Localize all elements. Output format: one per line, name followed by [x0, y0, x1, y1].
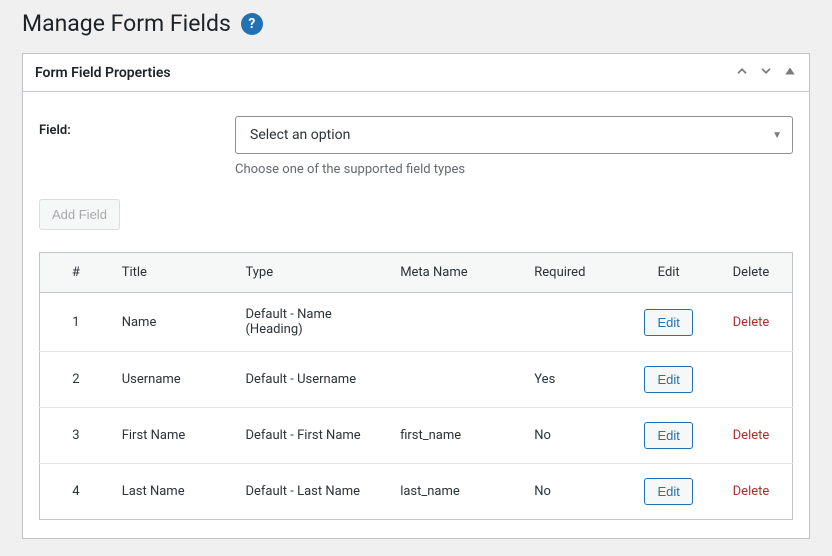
row-required: Yes	[524, 352, 627, 408]
fields-table-wrap: # Title Type Meta Name Required Edit Del…	[39, 252, 793, 520]
row-meta: first_name	[390, 408, 524, 464]
field-hint: Choose one of the supported field types	[235, 162, 793, 177]
help-icon[interactable]: ?	[241, 13, 263, 35]
row-edit-cell: Edit	[627, 352, 710, 408]
panel-header: Form Field Properties	[23, 54, 809, 92]
field-type-select-value: Select an option	[250, 127, 350, 143]
row-delete-cell: Delete	[710, 464, 793, 520]
row-meta	[390, 352, 524, 408]
col-type: Type	[235, 253, 390, 293]
col-required: Required	[524, 253, 627, 293]
row-meta: last_name	[390, 464, 524, 520]
panel-body: Field: Select an option ▼ Choose one of …	[23, 92, 809, 538]
row-title: Last Name	[112, 464, 236, 520]
fields-table: # Title Type Meta Name Required Edit Del…	[39, 252, 793, 520]
row-required: No	[524, 408, 627, 464]
delete-link[interactable]: Delete	[733, 315, 770, 330]
table-row: 3First NameDefault - First Namefirst_nam…	[40, 408, 793, 464]
edit-button[interactable]: Edit	[644, 478, 692, 505]
panel-next-icon[interactable]	[759, 64, 773, 81]
row-title: Name	[112, 293, 236, 352]
table-row: 4Last NameDefault - Last Namelast_nameNo…	[40, 464, 793, 520]
row-required	[524, 293, 627, 352]
edit-button[interactable]: Edit	[644, 309, 692, 336]
row-delete-cell	[710, 352, 793, 408]
field-type-select[interactable]: Select an option ▼	[235, 116, 793, 154]
row-edit-cell: Edit	[627, 408, 710, 464]
panel-toggle-icon[interactable]	[783, 64, 797, 81]
col-meta: Meta Name	[390, 253, 524, 293]
edit-button[interactable]: Edit	[644, 366, 692, 393]
panel-controls	[735, 64, 797, 81]
edit-button[interactable]: Edit	[644, 422, 692, 449]
delete-link[interactable]: Delete	[733, 484, 770, 499]
row-edit-cell: Edit	[627, 293, 710, 352]
field-control-wrap: Select an option ▼ Choose one of the sup…	[235, 116, 793, 177]
row-title: Username	[112, 352, 236, 408]
row-delete-cell: Delete	[710, 293, 793, 352]
table-row: 1NameDefault - Name (Heading) Edit Delete	[40, 293, 793, 352]
row-index: 4	[40, 464, 112, 520]
add-field-button[interactable]: Add Field	[39, 199, 120, 230]
row-type: Default - Last Name	[235, 464, 390, 520]
col-edit: Edit	[627, 253, 710, 293]
panel-prev-icon[interactable]	[735, 64, 749, 81]
delete-link[interactable]: Delete	[733, 428, 770, 443]
row-title: First Name	[112, 408, 236, 464]
col-index: #	[40, 253, 112, 293]
col-title: Title	[112, 253, 236, 293]
panel-title: Form Field Properties	[35, 65, 171, 81]
chevron-down-icon: ▼	[772, 130, 782, 141]
row-index: 3	[40, 408, 112, 464]
field-label: Field:	[39, 116, 219, 138]
field-row: Field: Select an option ▼ Choose one of …	[39, 116, 793, 177]
row-index: 2	[40, 352, 112, 408]
page-title: Manage Form Fields ?	[22, 10, 263, 37]
table-row: 2UsernameDefault - Username Yes Edit	[40, 352, 793, 408]
row-delete-cell: Delete	[710, 408, 793, 464]
row-meta	[390, 293, 524, 352]
row-required: No	[524, 464, 627, 520]
row-type: Default - First Name	[235, 408, 390, 464]
row-edit-cell: Edit	[627, 464, 710, 520]
row-type: Default - Username	[235, 352, 390, 408]
row-index: 1	[40, 293, 112, 352]
col-delete: Delete	[710, 253, 793, 293]
form-field-properties-panel: Form Field Properties Field: Select an o…	[22, 53, 810, 539]
page-title-text: Manage Form Fields	[22, 10, 231, 37]
row-type: Default - Name (Heading)	[235, 293, 390, 352]
